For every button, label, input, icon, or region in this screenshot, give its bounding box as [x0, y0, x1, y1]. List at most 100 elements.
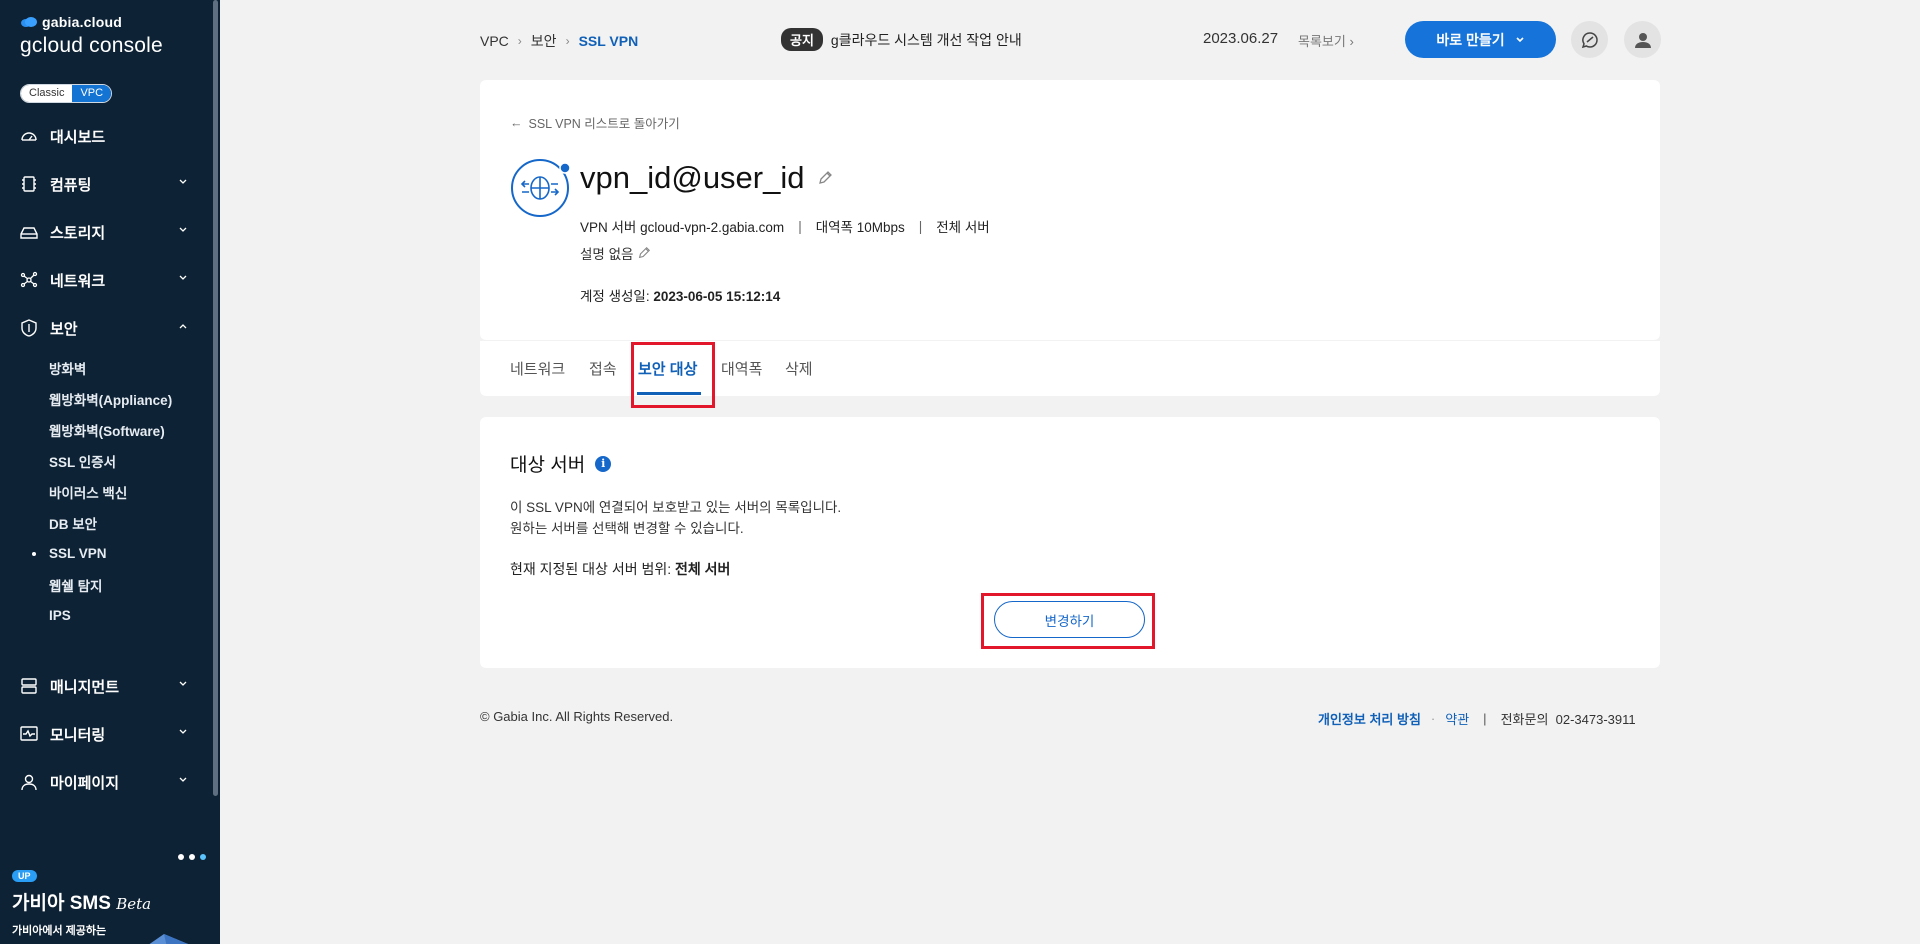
- breadcrumb-separator-icon: ›: [565, 34, 570, 48]
- notice-text[interactable]: g클라우드 시스템 개선 작업 안내: [831, 30, 1022, 50]
- sidebar-item-label: 마이페이지: [50, 774, 120, 792]
- tab-delete[interactable]: 삭제: [785, 358, 813, 379]
- chevron-down-icon: [179, 179, 187, 184]
- breadcrumb-security[interactable]: 보안: [531, 31, 557, 51]
- vpn-created-date: 계정 생성일: 2023-06-05 15:12:14: [580, 289, 781, 304]
- tab-access[interactable]: 접속: [589, 358, 617, 379]
- sidebar-item-label: 매니지먼트: [50, 678, 120, 696]
- sidebar-item-label: 보안: [50, 320, 78, 338]
- brand-logo[interactable]: gabia.cloud gcloud console: [20, 14, 163, 58]
- sidebar: gabia.cloud gcloud console Classic VPC 대…: [0, 0, 220, 944]
- promo-badge: UP: [12, 870, 37, 882]
- sidebar-item-management[interactable]: 매니지먼트: [0, 662, 214, 710]
- chevron-right-icon: ›: [1349, 34, 1354, 49]
- notice-date: 2023.06.27: [1203, 30, 1279, 47]
- breadcrumb-vpc[interactable]: VPC: [480, 33, 509, 49]
- section-description: 이 SSL VPN에 연결되어 보호받고 있는 서버의 목록입니다. 원하는 서…: [510, 500, 842, 536]
- chevron-down-icon: [179, 777, 187, 782]
- back-to-list-link[interactable]: ← SSL VPN 리스트로 돌아가기: [510, 113, 680, 132]
- info-icon[interactable]: i: [595, 455, 612, 472]
- brand-name: gcloud console: [20, 34, 163, 57]
- target-range: 현재 지정된 대상 서버 범위: 전체 서버: [510, 561, 731, 577]
- tab-bandwidth[interactable]: 대역폭: [721, 358, 762, 379]
- breadcrumb-ssl-vpn[interactable]: SSL VPN: [579, 33, 639, 49]
- chevron-down-icon: [179, 729, 187, 734]
- highlight-box-change: [981, 593, 1155, 649]
- sidebar-item-dashboard[interactable]: 대시보드: [0, 112, 214, 160]
- subnav-item-firewall[interactable]: 방화벽: [49, 352, 214, 383]
- contact-phone: 전화문의 02-3473-3911: [1500, 712, 1636, 727]
- cloud-logo-icon: [21, 17, 37, 27]
- chevron-down-icon: [179, 681, 187, 686]
- subnav-item-waf-appliance[interactable]: 웹방화벽(Appliance): [49, 383, 214, 414]
- breadcrumb: VPC › 보안 › SSL VPN: [480, 31, 638, 51]
- sidebar-nav: 대시보드 컴퓨팅 스토리지 네트워크 보안 방화벽 웹방화벽(Appliance…: [0, 112, 214, 806]
- mode-vpc[interactable]: VPC: [72, 85, 112, 102]
- notice-banner[interactable]: 공지 g클라우드 시스템 개선 작업 안내: [781, 28, 1022, 51]
- vpn-bandwidth: 대역폭 10Mbps: [815, 220, 905, 235]
- subnav-item-ssl-cert[interactable]: SSL 인증서: [49, 445, 214, 476]
- user-icon: [20, 773, 38, 791]
- notice-list-link[interactable]: 목록보기 ›: [1298, 31, 1354, 50]
- vpn-meta: VPN 서버 gcloud-vpn-2.gabia.com | 대역폭 10Mb…: [580, 216, 990, 236]
- network-icon: [20, 271, 38, 289]
- user-icon: [1634, 32, 1651, 48]
- sidebar-item-computing[interactable]: 컴퓨팅: [0, 160, 214, 208]
- sidebar-item-mypage[interactable]: 마이페이지: [0, 758, 214, 806]
- chat-icon: [1581, 31, 1598, 48]
- sidebar-item-label: 네트워크: [50, 272, 106, 290]
- mode-classic[interactable]: Classic: [21, 85, 73, 102]
- quick-create-button[interactable]: 바로 만들기: [1405, 21, 1556, 58]
- footer-links: 개인정보 처리 방침 · 약관 | 전화문의 02-3473-3911: [1318, 709, 1636, 728]
- carousel-dots[interactable]: [178, 854, 206, 860]
- chip-icon: [20, 175, 38, 193]
- subnav-item-db-security[interactable]: DB 보안: [49, 507, 214, 538]
- sidebar-item-label: 스토리지: [50, 224, 106, 242]
- sidebar-item-monitoring[interactable]: 모니터링: [0, 710, 214, 758]
- dashboard-icon: [20, 127, 38, 145]
- sidebar-item-label: 대시보드: [50, 128, 106, 146]
- vpn-server: VPN 서버 gcloud-vpn-2.gabia.com: [580, 220, 785, 235]
- section-title: 대상 서버 i: [510, 450, 612, 477]
- vpn-description: 설명 없음: [580, 243, 651, 263]
- chat-button[interactable]: [1571, 21, 1608, 58]
- sidebar-item-label: 컴퓨팅: [50, 176, 92, 194]
- subnav-item-ssl-vpn[interactable]: SSL VPN: [32, 538, 214, 569]
- vpn-scope: 전체 서버: [936, 220, 990, 235]
- subnav-item-waf-software[interactable]: 웹방화벽(Software): [49, 414, 214, 445]
- brand-top-text: gabia.cloud: [42, 14, 122, 30]
- sidebar-item-label: 모니터링: [50, 726, 106, 744]
- highlight-box-tab: [631, 342, 715, 408]
- pencil-icon[interactable]: [817, 170, 833, 186]
- promo-title: 가비아 SMS Beta: [12, 893, 152, 914]
- pencil-icon[interactable]: [637, 246, 651, 260]
- tab-network[interactable]: 네트워크: [510, 358, 565, 379]
- chevron-down-icon: [179, 275, 187, 280]
- promo-illustration: [149, 934, 188, 944]
- chevron-down-icon: [1516, 36, 1524, 42]
- terms-link[interactable]: 약관: [1445, 709, 1469, 728]
- account-button[interactable]: [1624, 21, 1661, 58]
- subnav-item-antivirus[interactable]: 바이러스 백신: [49, 476, 214, 507]
- shield-icon: [20, 319, 38, 337]
- subnav-item-ips[interactable]: IPS: [49, 600, 214, 631]
- chevron-down-icon: [179, 227, 187, 232]
- privacy-policy-link[interactable]: 개인정보 처리 방침: [1318, 709, 1421, 728]
- mode-toggle: Classic VPC: [20, 84, 113, 103]
- ssl-vpn-icon: [511, 159, 570, 217]
- monitoring-icon: [20, 725, 38, 743]
- promo-banner[interactable]: UP 가비아 SMS Beta 가비아에서 제공하는: [0, 830, 220, 944]
- sidebar-item-network[interactable]: 네트워크: [0, 256, 214, 304]
- sidebar-item-security[interactable]: 보안: [0, 304, 214, 352]
- promo-subtitle: 가비아에서 제공하는: [12, 925, 107, 937]
- breadcrumb-separator-icon: ›: [517, 34, 522, 48]
- management-icon: [20, 677, 38, 695]
- chevron-up-icon: [179, 324, 187, 329]
- vpn-title: vpn_id@user_id: [580, 160, 833, 196]
- sidebar-item-storage[interactable]: 스토리지: [0, 208, 214, 256]
- vpn-detail-card: ← SSL VPN 리스트로 돌아가기 vpn_id@user_id VPN 서…: [480, 80, 1660, 340]
- security-subnav: 방화벽 웹방화벽(Appliance) 웹방화벽(Software) SSL 인…: [0, 352, 214, 631]
- notice-badge: 공지: [781, 28, 823, 51]
- subnav-item-webshell[interactable]: 웹쉘 탐지: [49, 569, 214, 600]
- storage-icon: [20, 223, 38, 241]
